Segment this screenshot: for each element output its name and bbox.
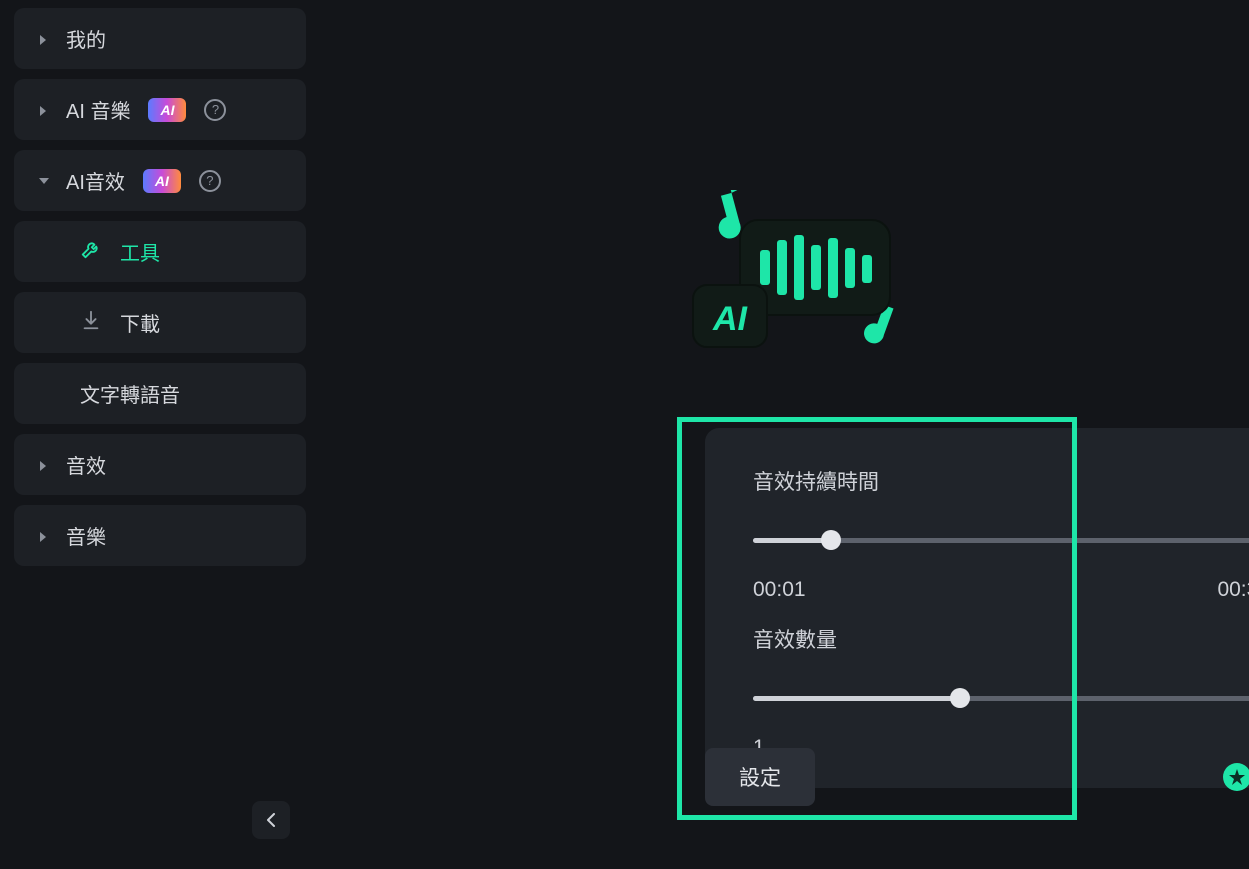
chevron-right-icon (38, 105, 48, 115)
sidebar-sub-download[interactable]: 下載 (14, 292, 306, 353)
chevron-right-icon (38, 460, 48, 470)
duration-min: 00:01 (753, 578, 806, 602)
settings-panel: 音效持續時間 00:05 00:01 00:30 音效數量 3 (705, 428, 1249, 788)
sidebar-item-mine[interactable]: 我的 (14, 8, 306, 69)
sidebar-sub-label: 工具 (120, 237, 160, 266)
sidebar-item-sfx[interactable]: 音效 (14, 434, 306, 495)
sidebar-item-label: AI 音樂 (66, 95, 130, 124)
wrench-icon (80, 238, 102, 266)
unlimited-badge: 無限制 ? (1223, 763, 1249, 791)
chevron-down-icon (38, 176, 48, 186)
ai-sfx-hero-icon: AI (645, 190, 925, 385)
ai-badge: AI (148, 98, 186, 122)
chevron-right-icon (38, 531, 48, 541)
settings-button[interactable]: 設定 (705, 748, 815, 806)
footer-row: 設定 無限制 ? 產生 (705, 748, 1249, 806)
download-icon (80, 309, 102, 337)
ai-badge: AI (143, 169, 181, 193)
duration-label: 音效持續時間 (753, 466, 1249, 496)
help-icon[interactable]: ? (204, 99, 226, 121)
sidebar-sub-label: 下載 (120, 308, 160, 337)
sidebar-item-label: AI音效 (66, 166, 125, 195)
duration-max: 00:30 (1217, 578, 1249, 602)
unlimited-icon (1223, 763, 1249, 791)
sidebar-sub-tts[interactable]: 文字轉語音 (14, 363, 306, 424)
sidebar-collapse-button[interactable] (252, 801, 290, 839)
sidebar-item-ai-sfx[interactable]: AI音效 AI ? (14, 150, 306, 211)
count-slider[interactable] (753, 696, 1249, 701)
svg-text:AI: AI (712, 300, 749, 338)
sidebar-item-label: 音樂 (66, 521, 106, 550)
sidebar-sub-tools[interactable]: 工具 (14, 221, 306, 282)
sidebar-item-label: 音效 (66, 450, 106, 479)
slider-handle[interactable] (950, 688, 970, 708)
sidebar-item-music[interactable]: 音樂 (14, 505, 306, 566)
help-icon[interactable]: ? (199, 170, 221, 192)
slider-handle[interactable] (821, 530, 841, 550)
sidebar-item-ai-music[interactable]: AI 音樂 AI ? (14, 79, 306, 140)
count-label: 音效數量 (753, 624, 1249, 654)
sidebar-item-label: 我的 (66, 24, 106, 53)
duration-slider[interactable] (753, 538, 1249, 543)
sidebar-sub-label: 文字轉語音 (80, 379, 180, 408)
chevron-right-icon (38, 34, 48, 44)
main-area: AI 音效持續時間 00:05 00:01 00:30 音效數量 (320, 0, 1249, 869)
sidebar: 我的 AI 音樂 AI ? AI音效 AI ? 工具 下載 文字轉語音 (0, 0, 320, 869)
